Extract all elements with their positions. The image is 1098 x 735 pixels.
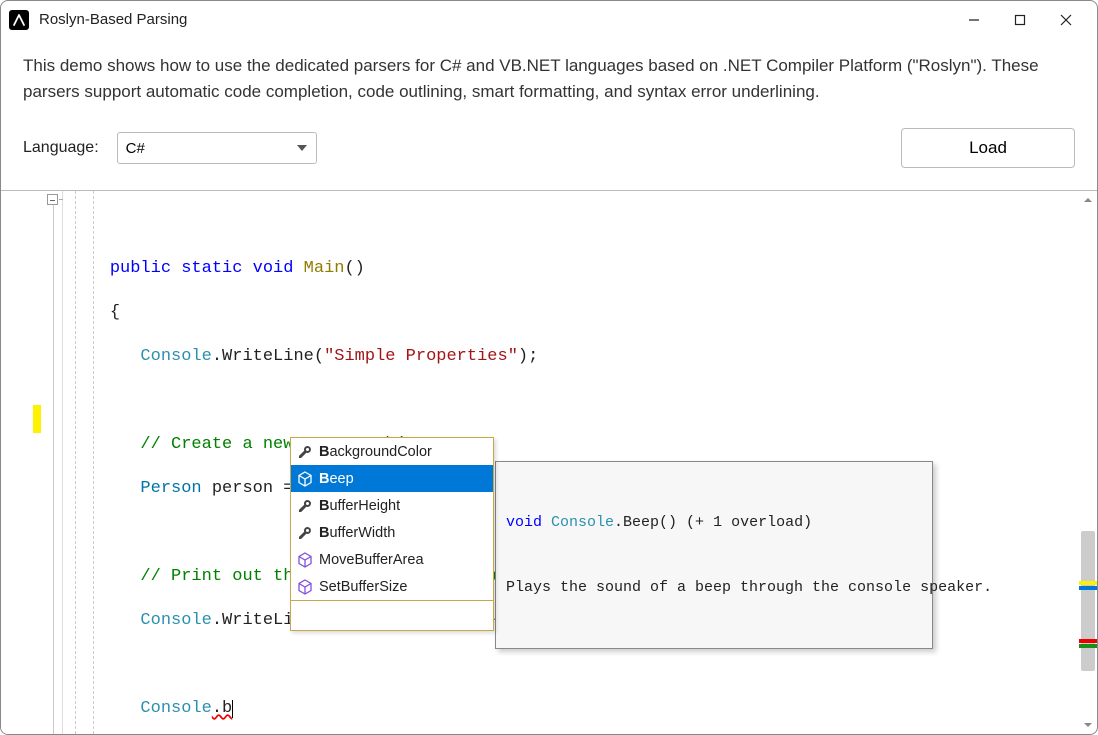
wrench-icon: [297, 525, 313, 541]
change-marker: [33, 405, 41, 433]
code-editor[interactable]: public static void Main() { Console.Writ…: [1, 190, 1097, 734]
language-label: Language:: [23, 139, 99, 157]
window-controls: [951, 5, 1089, 35]
completion-popup[interactable]: BackgroundColorBeepBufferHeightBufferWid…: [290, 437, 494, 631]
wrench-icon: [297, 444, 313, 460]
window-title: Roslyn-Based Parsing: [39, 11, 951, 28]
code-content[interactable]: public static void Main() { Console.Writ…: [63, 191, 1097, 734]
minimize-button[interactable]: [951, 5, 997, 35]
completion-item[interactable]: BufferWidth: [291, 519, 493, 546]
completion-item[interactable]: SetBufferSize: [291, 573, 493, 600]
cube-icon: [297, 579, 313, 595]
completion-filter-bar: [291, 600, 493, 630]
completion-item[interactable]: BufferHeight: [291, 492, 493, 519]
language-select-wrap: C#: [117, 132, 317, 164]
description-text: This demo shows how to use the dedicated…: [1, 39, 1097, 110]
toolbar: Language: C# Load: [1, 110, 1097, 190]
signature-tooltip: void Console.Beep() (+ 1 overload) Plays…: [495, 461, 933, 649]
maximize-button[interactable]: [997, 5, 1043, 35]
completion-item[interactable]: MoveBufferArea: [291, 546, 493, 573]
titlebar: Roslyn-Based Parsing: [1, 1, 1097, 39]
language-select[interactable]: C#: [117, 132, 317, 164]
completion-item[interactable]: Beep: [291, 465, 493, 492]
completion-item[interactable]: BackgroundColor: [291, 438, 493, 465]
cube-icon: [297, 552, 313, 568]
app-window: Roslyn-Based Parsing This demo shows how…: [0, 0, 1098, 735]
cube-icon: [297, 471, 313, 487]
fold-toggle-icon[interactable]: [47, 194, 58, 205]
load-button[interactable]: Load: [901, 128, 1075, 168]
gutter[interactable]: [1, 191, 63, 734]
vertical-scrollbar[interactable]: [1079, 191, 1097, 734]
close-button[interactable]: [1043, 5, 1089, 35]
text-caret: [232, 700, 233, 718]
app-icon: [9, 10, 29, 30]
wrench-icon: [297, 498, 313, 514]
